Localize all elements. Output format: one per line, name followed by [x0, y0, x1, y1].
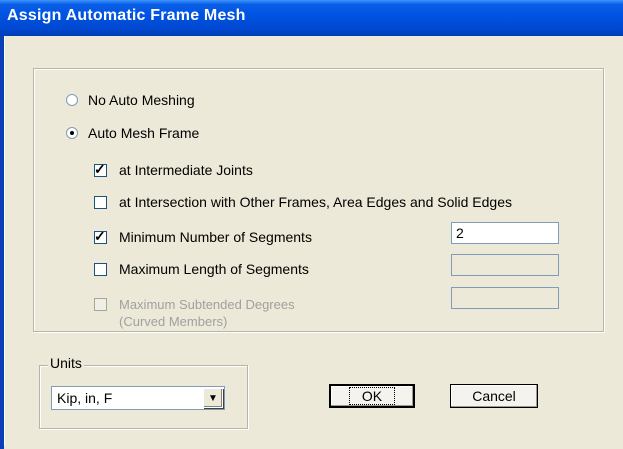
ok-button-label: OK	[348, 387, 396, 405]
cancel-button-label: Cancel	[472, 388, 516, 404]
title-bar[interactable]: Assign Automatic Frame Mesh	[0, 0, 623, 36]
cancel-button[interactable]: Cancel	[450, 384, 538, 408]
checkmark-icon: ✓	[94, 160, 106, 177]
auto-mesh-frame-radio[interactable]	[66, 127, 78, 139]
max-length-label: Maximum Length of Segments	[119, 261, 309, 277]
intersection-checkbox[interactable]	[94, 195, 107, 209]
max-length-option[interactable]: Maximum Length of Segments	[94, 261, 309, 277]
min-segments-checkbox[interactable]: ✓	[94, 227, 107, 244]
no-auto-meshing-radio[interactable]	[66, 94, 78, 106]
max-length-checkbox[interactable]	[94, 262, 107, 276]
max-degrees-checkbox	[94, 298, 107, 311]
window-title: Assign Automatic Frame Mesh	[7, 7, 246, 24]
intermediate-joints-label: at Intermediate Joints	[119, 162, 253, 178]
dialog-window: Assign Automatic Frame Mesh No Auto Mesh…	[0, 0, 623, 449]
intersection-label: at Intersection with Other Frames, Area …	[119, 194, 512, 210]
max-degrees-option: Maximum Subtended Degrees (Curved Member…	[94, 296, 295, 330]
ok-button[interactable]: OK	[329, 384, 415, 408]
units-select[interactable]: Kip, in, F ▼	[51, 386, 225, 410]
min-segments-input[interactable]: 2	[451, 222, 559, 244]
units-legend: Units	[48, 355, 84, 371]
min-segments-label: Minimum Number of Segments	[119, 229, 312, 245]
intermediate-joints-checkbox[interactable]: ✓	[94, 160, 107, 177]
chevron-down-icon[interactable]: ▼	[203, 388, 223, 408]
no-auto-meshing-option[interactable]: No Auto Meshing	[66, 92, 195, 108]
max-degrees-label: Maximum Subtended Degrees	[119, 297, 295, 312]
auto-mesh-frame-label: Auto Mesh Frame	[88, 125, 200, 141]
intersection-option[interactable]: at Intersection with Other Frames, Area …	[94, 194, 512, 210]
units-selected-value: Kip, in, F	[57, 390, 113, 406]
no-auto-meshing-label: No Auto Meshing	[88, 92, 195, 108]
max-length-input[interactable]	[451, 254, 559, 276]
max-degrees-label-group: Maximum Subtended Degrees (Curved Member…	[119, 296, 295, 330]
auto-mesh-frame-option[interactable]: Auto Mesh Frame	[66, 125, 199, 141]
intermediate-joints-option[interactable]: ✓ at Intermediate Joints	[94, 160, 253, 178]
checkmark-icon: ✓	[94, 227, 106, 244]
dialog-body: No Auto Meshing Auto Mesh Frame ✓ at Int…	[4, 36, 620, 445]
min-segments-option[interactable]: ✓ Minimum Number of Segments	[94, 227, 312, 245]
max-degrees-input	[451, 287, 559, 309]
max-degrees-sublabel: (Curved Members)	[119, 314, 228, 329]
